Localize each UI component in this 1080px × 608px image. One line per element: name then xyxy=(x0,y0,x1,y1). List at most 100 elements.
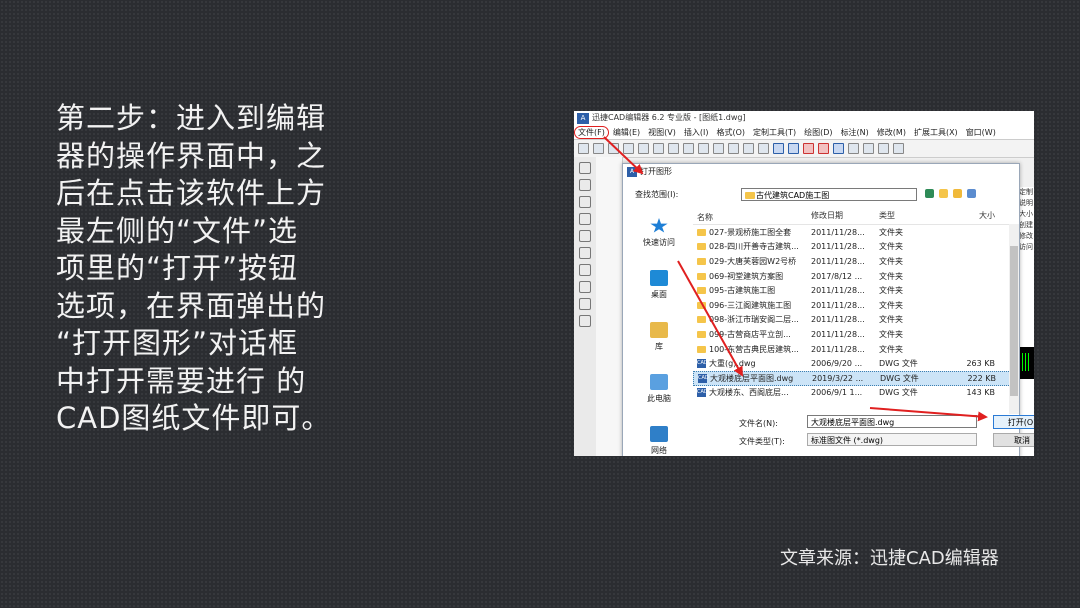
file-type: DWG 文件 xyxy=(879,388,918,398)
dwg-file-icon: CAD xyxy=(697,359,708,369)
polyline-icon[interactable] xyxy=(579,179,591,191)
erase-icon[interactable] xyxy=(818,143,829,154)
help-icon[interactable] xyxy=(833,143,844,154)
cancel-button[interactable]: 取消 xyxy=(993,433,1034,447)
place-label: 快速访问 xyxy=(643,238,675,247)
cut-icon[interactable] xyxy=(713,143,724,154)
star-icon xyxy=(650,218,668,233)
dwg-file-row[interactable]: CAD 大观楼东、西阁底层... 2006/9/1 1... DWG 文件 143 KB xyxy=(693,386,1019,401)
folder-row[interactable]: 096-三江阁建筑施工图 2011/11/28... 文件夹 xyxy=(693,298,1019,313)
undo-icon[interactable] xyxy=(773,143,784,154)
column-size[interactable]: 大小 xyxy=(939,210,999,224)
file-list-scrollbar[interactable] xyxy=(1009,224,1019,414)
file-name: 096-三江阁建筑施工图 xyxy=(709,300,792,310)
folder-row[interactable]: 098-浙江市瑞安阁二层... 2011/11/28... 文件夹 xyxy=(693,313,1019,328)
menu-edit[interactable]: 编辑(E) xyxy=(609,127,644,138)
open-button[interactable]: 打开(O) xyxy=(993,415,1034,429)
folder-row[interactable]: 028-四川开善寺古建筑... 2011/11/28... 文件夹 xyxy=(693,240,1019,255)
save-as-icon[interactable] xyxy=(623,143,634,154)
menu-custom-tools[interactable]: 定制工具(T) xyxy=(749,127,800,138)
hatch-icon[interactable] xyxy=(579,298,591,310)
place-this-pc[interactable]: 此电脑 xyxy=(631,374,687,420)
filename-label: 文件名(N): xyxy=(739,419,778,428)
up-folder-icon[interactable] xyxy=(939,189,948,198)
dwg-file-icon: CAD xyxy=(697,388,708,398)
place-quick-access[interactable]: 快速访问 xyxy=(631,218,687,264)
place-desktop[interactable]: 桌面 xyxy=(631,270,687,316)
place-library[interactable]: 库 xyxy=(631,322,687,368)
file-type: 文件夹 xyxy=(879,344,903,354)
rectangle-icon[interactable] xyxy=(579,281,591,293)
column-type[interactable]: 类型 xyxy=(875,210,939,224)
match-properties-icon[interactable] xyxy=(758,143,769,154)
text-format-icon[interactable] xyxy=(893,143,904,154)
folder-row[interactable]: 100-东营古典民居建筑... 2011/11/28... 文件夹 xyxy=(693,342,1019,357)
app-title: 迅捷CAD编辑器 6.2 专业版 - [图纸1.dwg] xyxy=(592,113,746,122)
menu-format[interactable]: 格式(O) xyxy=(712,127,749,138)
filename-input[interactable]: 大观楼底层平面图.dwg xyxy=(807,415,977,428)
file-date: 2011/11/28... xyxy=(811,344,865,354)
places-bar: 快速访问 桌面 库 此电脑 网络 xyxy=(631,212,687,456)
file-size: 263 KB xyxy=(966,359,995,369)
text-edit-icon[interactable] xyxy=(878,143,889,154)
back-icon[interactable] xyxy=(925,189,934,198)
menu-dimension[interactable]: 标注(N) xyxy=(837,127,873,138)
open-file-icon[interactable] xyxy=(593,143,604,154)
filetype-select[interactable]: 标准图文件 (*.dwg) xyxy=(807,433,977,446)
new-file-icon[interactable] xyxy=(578,143,589,154)
circle-icon[interactable] xyxy=(579,230,591,242)
save-icon[interactable] xyxy=(608,143,619,154)
look-in-select[interactable]: 古代建筑CAD施工图 xyxy=(741,188,917,201)
menu-extend-tools[interactable]: 扩展工具(X) xyxy=(910,127,962,138)
file-date: 2011/11/28... xyxy=(811,315,865,325)
folder-row[interactable]: 095-古建筑施工图 2011/11/28... 文件夹 xyxy=(693,283,1019,298)
delete-icon[interactable] xyxy=(803,143,814,154)
file-date: 2019/3/22 ... xyxy=(812,373,864,383)
folder-row[interactable]: 027-景观桥施工图全套 2011/11/28... 文件夹 xyxy=(693,225,1019,240)
block-icon[interactable] xyxy=(579,315,591,327)
instruction-line: 器的操作界面中，之 xyxy=(56,138,327,173)
folder-row[interactable]: 099-古营商店平立剖... 2011/11/28... 文件夹 xyxy=(693,327,1019,342)
new-folder-icon[interactable] xyxy=(953,189,962,198)
text-icon[interactable] xyxy=(863,143,874,154)
scroll-thumb[interactable] xyxy=(1010,246,1018,396)
column-name[interactable]: 名称 xyxy=(693,210,807,224)
column-date[interactable]: 修改日期 xyxy=(807,210,875,224)
cad-screenshot: A 迅捷CAD编辑器 6.2 专业版 - [图纸1.dwg] 文件(F) 编辑(… xyxy=(574,111,1034,456)
app-titlebar: A 迅捷CAD编辑器 6.2 专业版 - [图纸1.dwg] xyxy=(574,111,1034,125)
spellcheck-icon[interactable] xyxy=(683,143,694,154)
instruction-line: 选项，在界面弹出的 xyxy=(56,288,327,323)
spline-icon[interactable] xyxy=(579,213,591,225)
print-icon[interactable] xyxy=(638,143,649,154)
view-menu-icon[interactable] xyxy=(967,189,976,198)
folder-row[interactable]: 029-大唐芙蓉园W2号桥 2011/11/28... 文件夹 xyxy=(693,254,1019,269)
instruction-line: “打开图形”对话框 xyxy=(56,326,299,360)
menu-insert[interactable]: 插入(I) xyxy=(680,127,713,138)
ellipse-icon[interactable] xyxy=(579,247,591,259)
paste-icon[interactable] xyxy=(743,143,754,154)
copy-icon[interactable] xyxy=(728,143,739,154)
text-style-icon[interactable] xyxy=(848,143,859,154)
menu-view[interactable]: 视图(V) xyxy=(644,127,680,138)
menu-draw[interactable]: 绘图(D) xyxy=(800,127,836,138)
preview-icon[interactable] xyxy=(668,143,679,154)
file-type: 文件夹 xyxy=(879,300,903,310)
folder-row[interactable]: 069-祠堂建筑方案图 2017/8/12 ... 文件夹 xyxy=(693,269,1019,284)
file-name: 大重(g).dwg xyxy=(709,359,756,369)
arc-icon[interactable] xyxy=(579,196,591,208)
dwg-file-row[interactable]: CAD 大重(g).dwg 2006/9/20 ... DWG 文件 263 KB xyxy=(693,356,1019,371)
instruction-line: 最左侧的“文件”选 xyxy=(56,213,299,248)
dwg-file-row[interactable]: CAD 大观楼底层平面图.dwg 2019/3/22 ... DWG 文件 222 KB xyxy=(693,370,1019,386)
menu-modify[interactable]: 修改(M) xyxy=(873,127,910,138)
menu-file[interactable]: 文件(F) xyxy=(574,125,609,139)
file-date: 2011/11/28... xyxy=(811,329,865,339)
menu-window[interactable]: 窗口(W) xyxy=(962,127,1000,138)
redo-icon[interactable] xyxy=(788,143,799,154)
find-icon[interactable] xyxy=(698,143,709,154)
line-icon[interactable] xyxy=(579,162,591,174)
point-icon[interactable] xyxy=(579,264,591,276)
print-preview-icon[interactable] xyxy=(653,143,664,154)
folder-icon xyxy=(697,316,706,324)
place-network[interactable]: 网络 xyxy=(631,426,687,456)
draw-toolbar xyxy=(574,157,597,456)
